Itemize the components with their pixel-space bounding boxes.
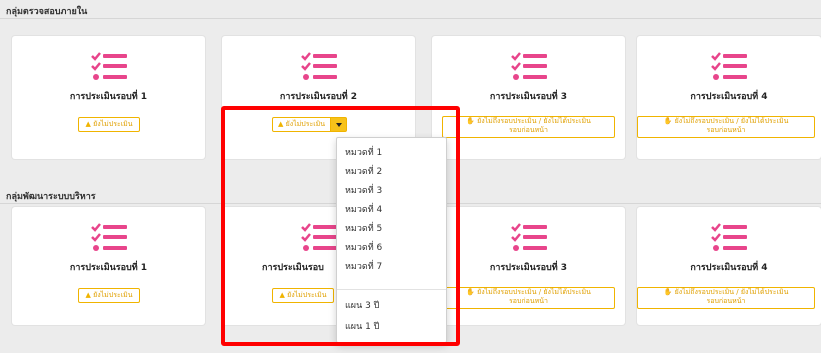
card-title: การประเมินรอบที่ 1 (69, 92, 148, 102)
assessment-card-s2-r4[interactable]: การประเมินรอบที่ 4 ✋ ยังไม่ถึงรอบประเมิน… (637, 207, 821, 325)
badge-text-line1: ยังไม่ถึงรอบประเมิน / ยังไม่ได้ประเมิน (674, 288, 789, 296)
checklist-icon (90, 223, 127, 251)
badge-text-line1: ยังไม่ถึงรอบประเมิน / ยังไม่ได้ประเมิน (477, 117, 591, 125)
checklist-icon (510, 223, 547, 251)
status-badge[interactable]: ✋ ยังไม่ถึงรอบประเมิน / ยังไม่ได้ประเมิน… (637, 116, 815, 138)
badge-text-line2: รอบก่อนหน้า (509, 126, 548, 135)
assessment-card-s1-r3[interactable]: การประเมินรอบที่ 3 ✋ ยังไม่ถึงรอบประเมิน… (432, 36, 625, 159)
checklist-icon (711, 52, 747, 80)
badge-text-line1: ยังไม่ถึงรอบประเมิน / ยังไม่ได้ประเมิน (674, 117, 789, 125)
handshake-icon: ✋ (663, 117, 673, 125)
handshake-icon: ✋ (663, 288, 673, 296)
assessment-card-s2-r1[interactable]: การประเมินรอบที่ 1 ▲ ยังไม่ประเมิน (12, 207, 205, 325)
checklist-icon (90, 52, 127, 80)
status-badge[interactable]: ✋ ยังไม่ถึงรอบประเมิน / ยังไม่ได้ประเมิน… (442, 116, 615, 138)
section-divider (0, 18, 821, 19)
section-title-internal-audit: กลุ่มตรวจสอบภายใน (6, 7, 88, 17)
badge-text-line2: รอบก่อนหน้า (706, 126, 746, 135)
card-title: การประเมินรอบที่ 1 (69, 263, 148, 273)
card-title: การประเมินรอบที่ 3 (489, 92, 568, 102)
badge-text-line1: ยังไม่ถึงรอบประเมิน / ยังไม่ได้ประเมิน (477, 288, 591, 296)
warning-icon: ▲ (85, 120, 91, 128)
checklist-icon (510, 52, 547, 80)
badge-text: ยังไม่ประเมิน (93, 120, 133, 128)
handshake-icon: ✋ (466, 288, 475, 296)
status-badge[interactable]: ▲ ยังไม่ประเมิน (78, 117, 140, 132)
badge-text: ยังไม่ประเมิน (93, 291, 133, 299)
badge-text-line2: รอบก่อนหน้า (509, 297, 548, 306)
status-badge[interactable]: ✋ ยังไม่ถึงรอบประเมิน / ยังไม่ได้ประเมิน… (442, 287, 615, 309)
assessment-card-s1-r4[interactable]: การประเมินรอบที่ 4 ✋ ยังไม่ถึงรอบประเมิน… (637, 36, 821, 159)
badge-text-line2: รอบก่อนหน้า (706, 297, 746, 306)
checklist-icon (300, 52, 337, 80)
card-title: การประเมินรอบที่ 4 (690, 92, 768, 102)
card-title: การประเมินรอบที่ 3 (489, 263, 568, 273)
assessment-card-s1-r1[interactable]: การประเมินรอบที่ 1 ▲ ยังไม่ประเมิน (12, 36, 205, 159)
status-badge[interactable]: ▲ ยังไม่ประเมิน (78, 288, 140, 303)
checklist-icon (711, 223, 747, 251)
section-title-management-development: กลุ่มพัฒนาระบบบริหาร (6, 192, 96, 202)
handshake-icon: ✋ (466, 117, 475, 125)
assessment-card-s2-r3[interactable]: การประเมินรอบที่ 3 ✋ ยังไม่ถึงรอบประเมิน… (432, 207, 625, 325)
status-badge[interactable]: ✋ ยังไม่ถึงรอบประเมิน / ยังไม่ได้ประเมิน… (637, 287, 815, 309)
warning-icon: ▲ (85, 291, 91, 299)
card-title: การประเมินรอบที่ 4 (690, 263, 768, 273)
highlight-box (221, 106, 460, 346)
card-title: การประเมินรอบที่ 2 (279, 92, 358, 102)
